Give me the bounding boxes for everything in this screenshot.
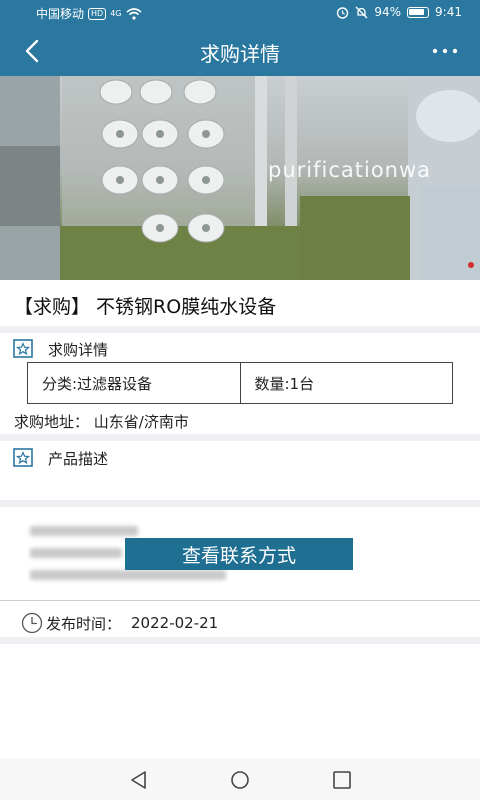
spec-table: 分类:过滤器设备 数量:1台 <box>27 362 453 404</box>
view-contact-button[interactable]: 查看联系方式 <box>125 538 353 570</box>
nav-home-icon[interactable] <box>228 768 252 792</box>
page-title: 求购详情 <box>200 42 280 66</box>
publish-label: 发布时间： <box>46 614 122 633</box>
detail-section-header: 求购详情 <box>12 338 108 360</box>
divider <box>0 637 480 644</box>
image-watermark: purificationwa <box>268 158 432 182</box>
system-nav-bar <box>0 758 480 800</box>
product-title: 【求购】 不锈钢RO膜纯水设备 <box>14 296 277 318</box>
divider <box>0 500 480 507</box>
description-section-header: 产品描述 <box>12 447 108 469</box>
mute-icon <box>355 6 368 18</box>
title-bar: 求购详情 <box>0 26 480 76</box>
publish-time: 发布时间： 2022-02-21 <box>20 612 218 634</box>
detail-section-title: 求购详情 <box>48 340 109 359</box>
star-badge-icon <box>13 448 33 467</box>
carousel-indicator <box>468 262 474 268</box>
quantity-cell: 数量:1台 <box>239 363 453 403</box>
more-options-icon[interactable] <box>430 38 460 64</box>
status-bar: 中国移动 HD 4G 94% 9:41 <box>0 0 480 26</box>
battery-icon <box>407 6 430 18</box>
wifi-icon <box>125 7 142 20</box>
blurred-contact-line <box>30 526 138 536</box>
purchase-address: 求购地址： 山东省/济南市 <box>14 413 189 431</box>
nav-back-icon[interactable] <box>127 768 151 792</box>
network-type: 4G <box>110 9 122 18</box>
divider <box>0 434 480 441</box>
clock-icon <box>21 612 43 634</box>
divider <box>0 600 480 601</box>
battery-percent: 94% <box>374 5 402 19</box>
contact-info-area: 查看联系方式 <box>0 508 480 600</box>
blurred-contact-line <box>30 570 226 580</box>
hd-badge: HD <box>88 7 107 20</box>
blurred-contact-line <box>30 548 122 558</box>
product-image[interactable]: purificationwa <box>0 76 480 280</box>
divider <box>0 326 480 333</box>
star-badge-icon <box>13 339 33 358</box>
carrier-name: 中国移动 <box>36 7 85 21</box>
publish-date: 2022-02-21 <box>131 614 219 632</box>
nav-recents-icon[interactable] <box>330 768 354 792</box>
category-cell: 分类:过滤器设备 <box>42 374 153 393</box>
description-section-title: 产品描述 <box>48 449 109 468</box>
clock: 9:41 <box>435 5 462 19</box>
alarm-icon <box>337 6 349 19</box>
